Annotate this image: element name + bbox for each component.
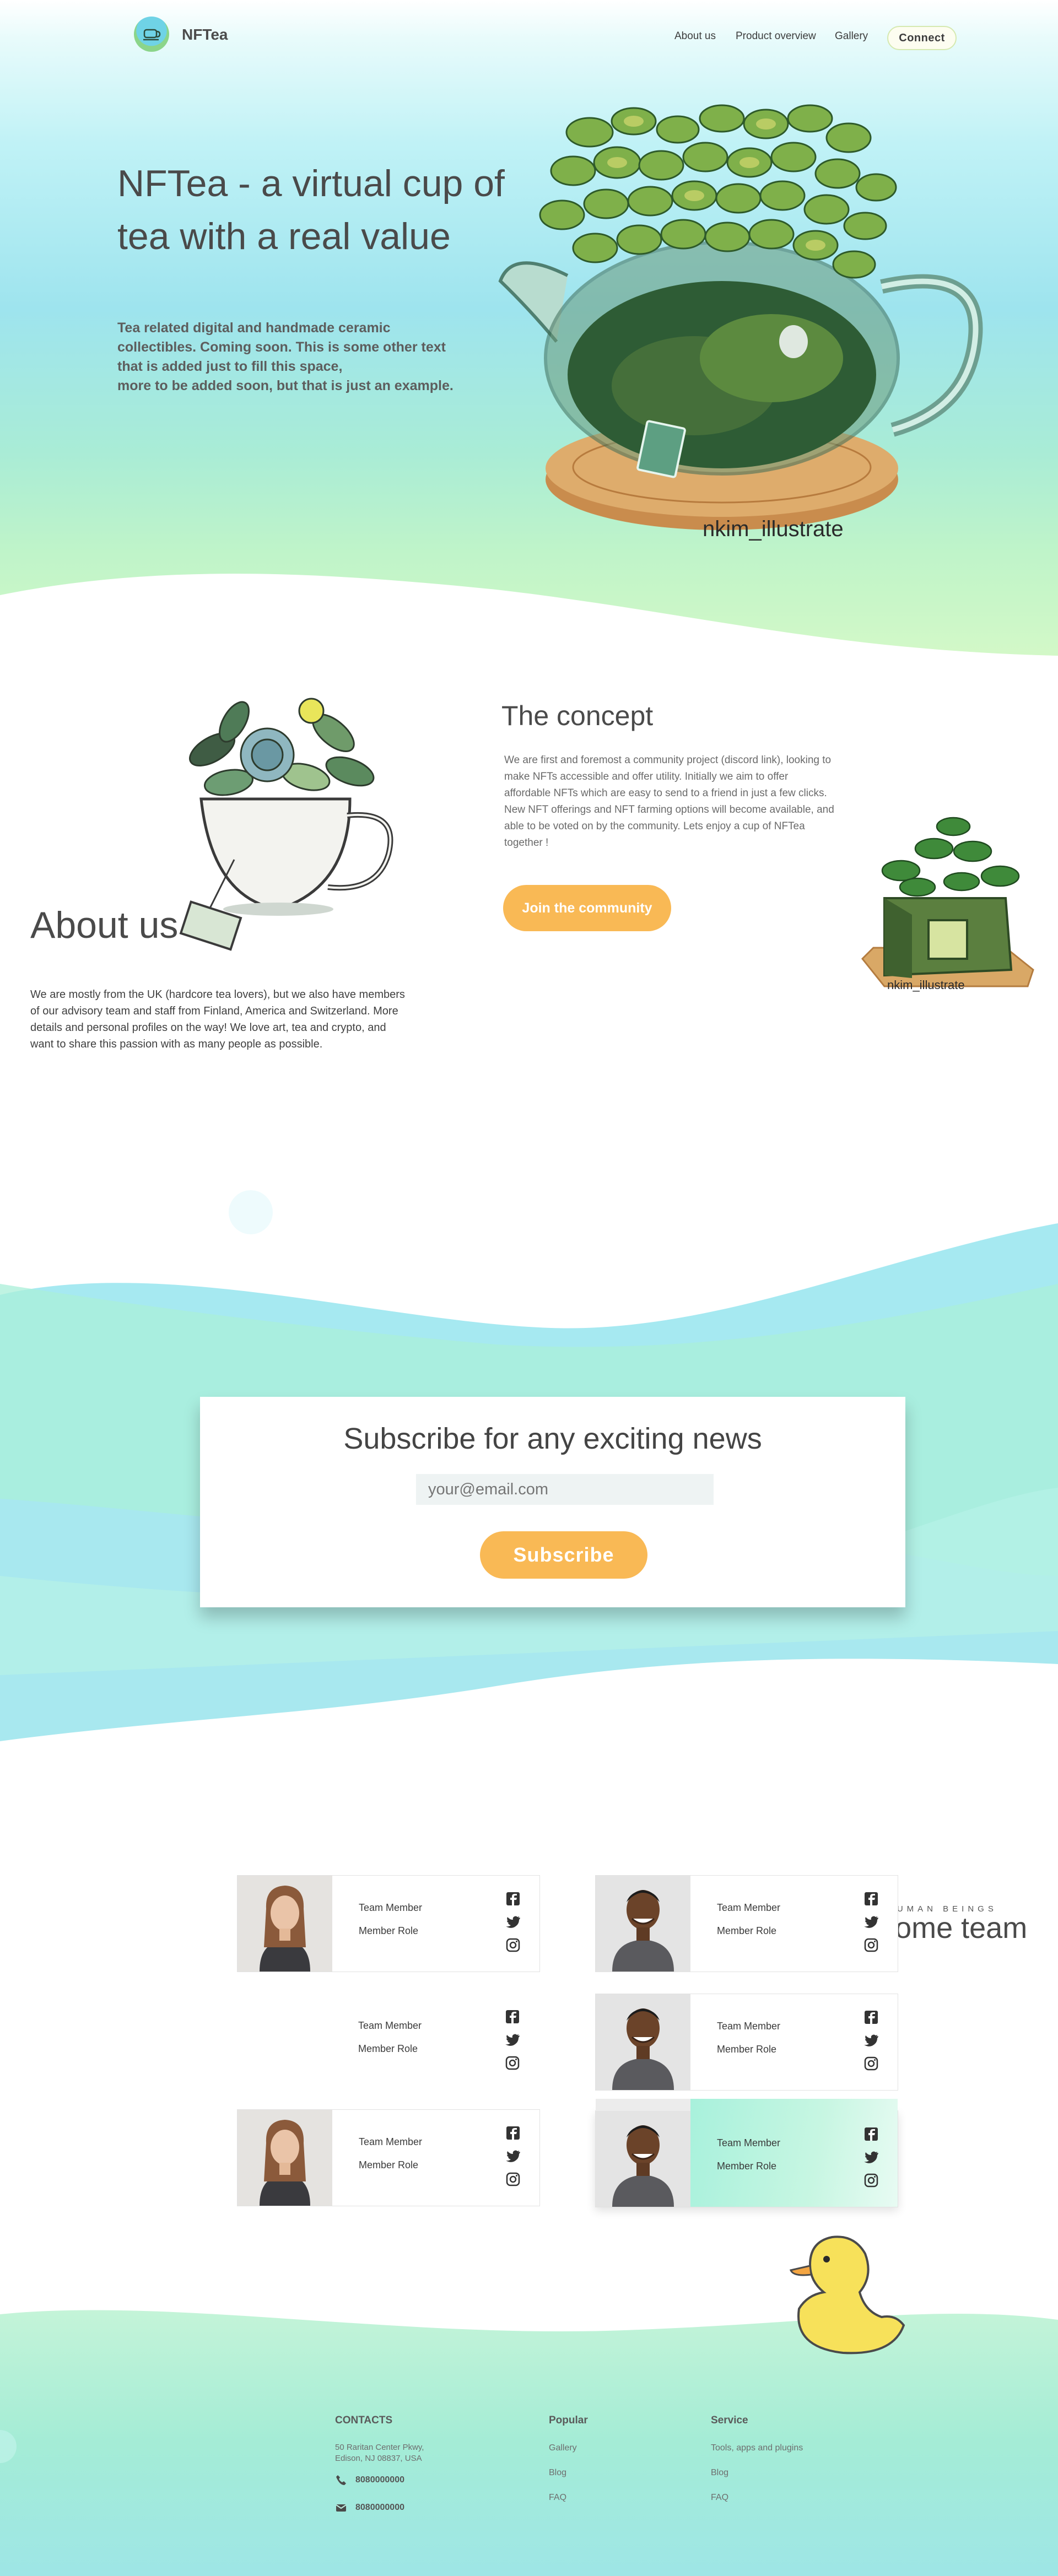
team-member-photo (237, 1876, 332, 1972)
facebook-icon[interactable] (863, 1891, 879, 1907)
team-member-card: Team Member Member Role (237, 2109, 540, 2206)
team-member-name: Team Member (358, 2020, 422, 2031)
phone-icon (336, 2475, 346, 2485)
about-text: We are mostly from the UK (hardcore tea … (30, 989, 405, 1050)
mail-icon (336, 2504, 347, 2512)
hero-subtitle: Tea related digital and handmade ceramic… (117, 318, 470, 396)
hero-subtitle-line: more to be added soon, but that is just … (117, 378, 454, 393)
facebook-icon[interactable] (505, 2125, 521, 2141)
team-member-name: Team Member (717, 2021, 781, 2032)
footer-address: 50 Raritan Center Pkwy, Edison, NJ 08837… (335, 2442, 424, 2464)
twitter-icon[interactable] (863, 2150, 879, 2165)
team-member-name: Team Member (359, 1902, 423, 1913)
team-member-role: Member Role (359, 1925, 419, 1936)
footer-link-tools[interactable]: Tools, apps and plugins (711, 2443, 803, 2453)
footer-link-blog[interactable]: Blog (711, 2468, 728, 2478)
facebook-icon[interactable] (505, 2009, 520, 2024)
team-member-role: Member Role (717, 2161, 777, 2172)
team-member-role: Member Role (717, 1925, 777, 1936)
team-member-photo (237, 2110, 332, 2206)
footer-phone[interactable]: 8080000000 (355, 2475, 404, 2485)
facebook-icon[interactable] (863, 2010, 879, 2025)
hero-title-line-1: NFTea - a virtual cup of (117, 163, 505, 204)
flower-teacup-illustration (179, 698, 393, 951)
instagram-icon[interactable] (505, 2172, 521, 2187)
team-member-photo (596, 1876, 690, 1972)
join-community-button[interactable]: Join the community (503, 885, 671, 931)
team-member-card: Team Member Member Role (237, 1875, 540, 1972)
brand-name[interactable]: NFTea (182, 26, 228, 44)
twitter-icon[interactable] (863, 1914, 879, 1930)
subscribe-card: Subscribe for any exciting news Subscrib… (200, 1397, 905, 1607)
twitter-icon[interactable] (505, 2148, 521, 2164)
concept-title: The concept (501, 700, 654, 731)
twitter-icon[interactable] (863, 2033, 879, 2048)
footer-link-faq[interactable]: FAQ (711, 2493, 728, 2503)
instagram-icon[interactable] (863, 1937, 879, 1953)
hero-title: NFTea - a virtual cup of tea with a real… (117, 157, 536, 263)
team-member-name: Team Member (717, 1902, 781, 1913)
hero-subtitle-line: Tea related digital and handmade ceramic (117, 320, 391, 336)
team-member-card-highlighted[interactable]: Team Member Member Role (595, 2099, 898, 2207)
art-credit-watermark: nkim_illustrate (887, 978, 965, 992)
instagram-icon[interactable] (505, 2055, 520, 2071)
team-member-name: Team Member (359, 2136, 423, 2147)
footer-service-title: Service (711, 2415, 748, 2426)
instagram-icon[interactable] (863, 2173, 879, 2188)
team-member-card: Team Member Member Role (237, 1994, 540, 2091)
hero-title-line-2: tea with a real value (117, 215, 451, 257)
team-member-card: Team Member Member Role (595, 1875, 898, 1972)
teacup-logo-icon (143, 29, 161, 41)
nav-link-about[interactable]: About us (674, 30, 716, 42)
card-highlight-tab (596, 2099, 690, 2111)
hero-wave-divider (0, 574, 1058, 683)
teapot-illustration (498, 104, 983, 530)
footer-email[interactable]: 8080000000 (355, 2503, 404, 2513)
twitter-icon[interactable] (505, 1914, 521, 1930)
connect-button[interactable]: Connect (887, 26, 957, 50)
twitter-icon[interactable] (505, 2032, 520, 2048)
footer-link-gallery[interactable]: Gallery (549, 2443, 577, 2453)
hero-subtitle-line: that is added just to fill this space, (117, 359, 343, 374)
team-member-photo (596, 1994, 690, 2090)
instagram-icon[interactable] (863, 2056, 879, 2071)
nav-link-gallery[interactable]: Gallery (835, 30, 868, 42)
email-field[interactable] (416, 1474, 714, 1505)
footer-link-blog[interactable]: Blog (549, 2468, 566, 2478)
team-member-card: Team Member Member Role (595, 1994, 898, 2091)
rubber-duck-illustration (789, 2235, 905, 2354)
art-credit-watermark: nkim_illustrate (703, 517, 844, 541)
facebook-icon[interactable] (863, 2126, 879, 2142)
team-member-role: Member Role (358, 2043, 418, 2054)
subscribe-title: Subscribe for any exciting news (343, 1422, 762, 1455)
footer-contacts-title: CONTACTS (335, 2415, 393, 2426)
footer-link-faq[interactable]: FAQ (549, 2493, 566, 2503)
team-member-name: Team Member (717, 2137, 781, 2148)
team-member-role: Member Role (359, 2159, 419, 2170)
subscribe-button[interactable]: Subscribe (480, 1531, 647, 1579)
footer-address-line: 50 Raritan Center Pkwy, (335, 2443, 424, 2452)
instagram-icon[interactable] (505, 1937, 521, 1953)
concept-text: We are first and foremost a community pr… (504, 754, 834, 849)
footer-popular-title: Popular (549, 2415, 588, 2426)
facebook-icon[interactable] (505, 1891, 521, 1907)
footer-address-line: Edison, NJ 08837, USA (335, 2454, 422, 2463)
team-member-photo (596, 2111, 690, 2207)
team-member-role: Member Role (717, 2044, 777, 2055)
hero-subtitle-line: collectibles. Coming soon. This is some … (117, 339, 446, 355)
nav-link-product-overview[interactable]: Product overview (736, 30, 816, 42)
about-title: About us (30, 904, 179, 946)
